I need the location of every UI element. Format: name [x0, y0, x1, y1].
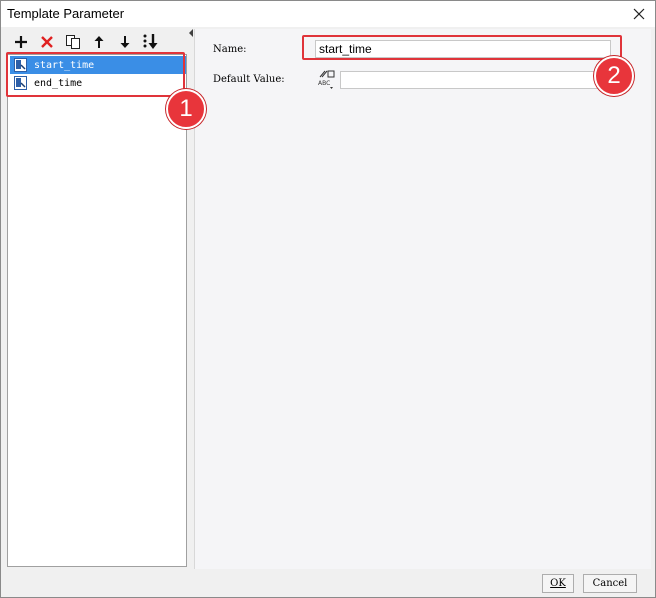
plus-icon[interactable]: [11, 32, 31, 52]
value-type-icon[interactable]: ABC: [317, 69, 337, 91]
default-value-input[interactable]: [340, 71, 598, 89]
cancel-button[interactable]: Cancel: [583, 574, 637, 593]
name-label: Name:: [213, 44, 247, 55]
highlight-box-1: [6, 52, 185, 97]
copy-icon[interactable]: [63, 32, 83, 52]
close-icon[interactable]: [629, 4, 649, 24]
window-title: Template Parameter: [7, 6, 125, 21]
annotation-badge-2: 2: [594, 56, 634, 96]
cancel-button-label: Cancel: [592, 578, 628, 589]
dialog-footer: OK Cancel: [1, 569, 655, 597]
collapse-arrow-icon[interactable]: [189, 29, 193, 37]
highlight-box-2: [302, 35, 622, 60]
list-toolbar: [5, 31, 189, 53]
annotation-badge-1: 1: [166, 89, 206, 129]
parameter-list-panel: start_time end_time: [5, 29, 189, 569]
parameter-properties-panel: Name: start_time Default Value: ABC: [194, 29, 651, 569]
ok-button[interactable]: OK: [542, 574, 574, 593]
parameter-tree[interactable]: start_time end_time: [7, 54, 187, 567]
arrow-down-icon[interactable]: [115, 32, 135, 52]
dialog-body: start_time end_time Name: start_time Def…: [5, 29, 651, 569]
arrow-up-icon[interactable]: [89, 32, 109, 52]
ok-button-label: OK: [550, 578, 566, 589]
sort-icon[interactable]: [141, 32, 161, 52]
title-bar: Template Parameter: [1, 1, 655, 27]
default-value-label: Default Value:: [213, 74, 285, 85]
svg-text:ABC: ABC: [318, 80, 330, 87]
delete-icon[interactable]: [37, 32, 57, 52]
